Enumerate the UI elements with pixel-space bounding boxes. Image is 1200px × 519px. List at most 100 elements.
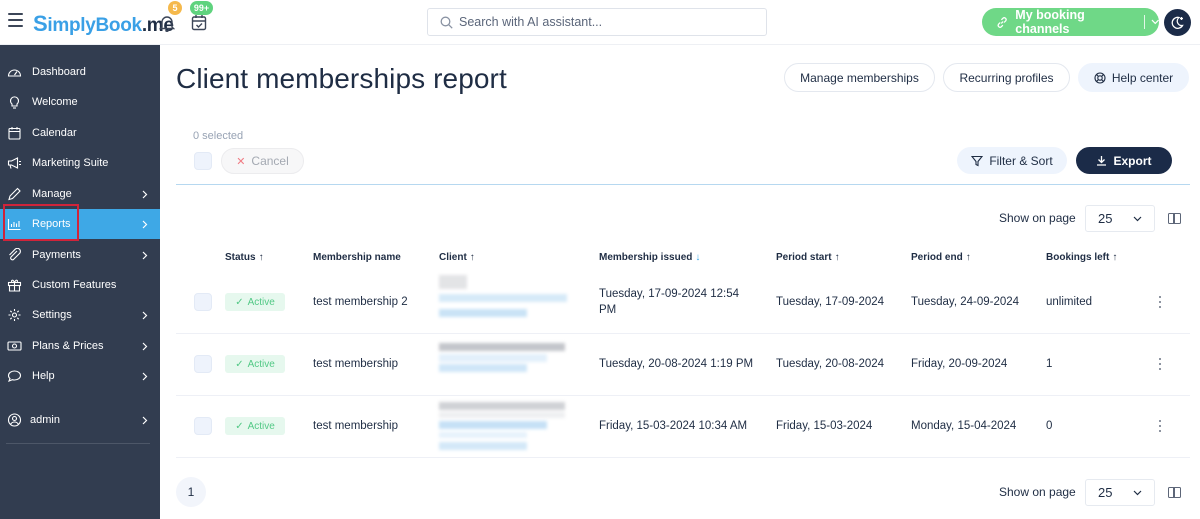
show-on-page-label: Show on page [999,211,1076,225]
theme-toggle-button[interactable] [1164,9,1191,36]
sidebar-item-help[interactable]: Help [0,361,160,391]
row-divider [176,333,1190,334]
column-header-bookings-left[interactable]: Bookings left ↑ [1046,252,1117,263]
row-checkbox[interactable] [194,293,212,311]
membership-name: test membership [313,358,399,370]
sort-arrow-icon: ↑ [834,252,840,263]
row-checkbox[interactable] [194,355,212,373]
selected-count: 0 selected [193,130,244,142]
booking-channels-label: My booking channels [1015,8,1085,36]
period-end: Friday, 20-09-2024 [911,358,1008,370]
chevron-right-icon [142,251,148,260]
megaphone-icon [7,157,21,169]
ai-search-input[interactable]: Search with AI assistant... [427,8,767,36]
column-header-period-start[interactable]: Period start ↑ [776,252,840,263]
sidebar-item-admin[interactable]: admin [0,405,160,435]
sort-arrow-icon: ↑ [1112,252,1118,263]
help-center-label: Help center [1111,70,1174,85]
sidebar-item-payments[interactable]: Payments [0,240,160,270]
toolbar-divider [176,184,1190,185]
sort-arrow-icon: ↓ [695,252,701,263]
columns-icon[interactable] [1168,487,1181,498]
page-title: Client memberships report [176,63,507,94]
close-icon: ✕ [236,155,246,168]
check-icon: ✓ [235,296,244,308]
select-all-checkbox[interactable] [194,152,212,170]
sidebar-divider [6,443,150,444]
chevron-right-icon [142,372,148,381]
columns-icon[interactable] [1168,213,1181,224]
chevron-down-icon [1133,490,1142,496]
row-menu-icon[interactable] [1158,296,1162,308]
sidebar-item-custom-features[interactable]: Custom Features [0,270,160,300]
period-end: Tuesday, 24-09-2024 [911,296,1020,308]
search-placeholder: Search with AI assistant... [459,15,603,29]
page-size-select[interactable]: 25 [1085,205,1155,232]
chevron-down-icon[interactable] [1151,19,1160,25]
period-end: Monday, 15-04-2024 [911,420,1017,432]
help-center-button[interactable]: Help center [1078,63,1189,92]
sidebar-item-manage[interactable]: Manage [0,179,160,209]
period-start: Friday, 15-03-2024 [776,420,873,432]
logo[interactable]: SimplyBook.me [33,11,174,37]
column-header-period-end[interactable]: Period end ↑ [911,252,971,263]
notifications-badge: 5 [168,1,182,15]
client-redacted [439,275,567,327]
chevron-right-icon [142,220,148,229]
membership-name: test membership 2 [313,296,408,308]
sidebar-item-welcome[interactable]: Welcome [0,87,160,117]
membership-issued: Tuesday, 20-08-2024 1:19 PM [599,358,754,370]
pagination-page-1[interactable]: 1 [176,477,206,507]
bookings-left: unlimited [1046,296,1093,308]
row-menu-icon[interactable] [1158,358,1162,370]
manage-memberships-button[interactable]: Manage memberships [784,63,935,92]
period-start: Tuesday, 17-09-2024 [776,296,885,308]
recurring-profiles-button[interactable]: Recurring profiles [943,63,1070,92]
gear-icon [8,309,21,321]
user-circle-icon [7,413,22,427]
main-content: Client memberships report Manage members… [160,45,1200,519]
banknote-icon [7,341,22,351]
sidebar-item-marketing-suite[interactable]: Marketing Suite [0,148,160,178]
filter-sort-button[interactable]: Filter & Sort [957,147,1067,174]
dashboard-icon [7,69,22,77]
column-header-client[interactable]: Client ↑ [439,252,475,263]
export-label: Export [1113,153,1152,168]
chevron-right-icon [142,311,148,320]
calendar-check-icon[interactable] [191,14,207,31]
column-header-membership-name[interactable]: Membership name [313,252,401,263]
export-button[interactable]: Export [1076,147,1172,174]
column-header-status[interactable]: Status ↑ [225,252,264,263]
filter-sort-label: Filter & Sort [989,153,1053,168]
sidebar-item-calendar[interactable]: Calendar [0,118,160,148]
row-menu-icon[interactable] [1158,420,1162,432]
chevron-down-icon [1133,216,1142,222]
bookings-left: 0 [1046,420,1053,432]
top-bar: SimplyBook.me 5 99+ Search with AI assis… [0,0,1200,45]
sort-arrow-icon: ↑ [469,252,475,263]
sidebar: Dashboard Welcome Calendar Marketing Sui… [0,45,160,519]
column-header-membership-issued[interactable]: Membership issued ↓ [599,252,700,263]
page-size-select-bottom[interactable]: 25 [1085,479,1155,506]
sidebar-item-settings[interactable]: Settings [0,300,160,330]
search-icon [440,16,453,29]
row-checkbox[interactable] [194,417,212,435]
status-badge: ✓ Active [225,417,285,435]
show-on-page-label: Show on page [999,485,1076,499]
cancel-selection-button[interactable]: ✕ Cancel [221,148,304,174]
period-start: Tuesday, 20-08-2024 [776,358,885,370]
status-badge: ✓ Active [225,293,285,311]
client-redacted [439,343,567,395]
sidebar-item-dashboard[interactable]: Dashboard [0,57,160,87]
bell-icon[interactable] [159,14,175,32]
client-redacted [439,402,567,454]
sidebar-item-reports[interactable]: Reports [0,209,160,239]
booking-channels-button[interactable]: My booking channels [982,8,1159,36]
lightbulb-icon [9,96,20,109]
chevron-right-icon [142,342,148,351]
row-divider [176,395,1190,396]
check-icon: ✓ [235,358,244,370]
menu-icon[interactable] [8,13,23,27]
chevron-right-icon [142,416,148,425]
sidebar-item-plans-prices[interactable]: Plans & Prices [0,331,160,361]
